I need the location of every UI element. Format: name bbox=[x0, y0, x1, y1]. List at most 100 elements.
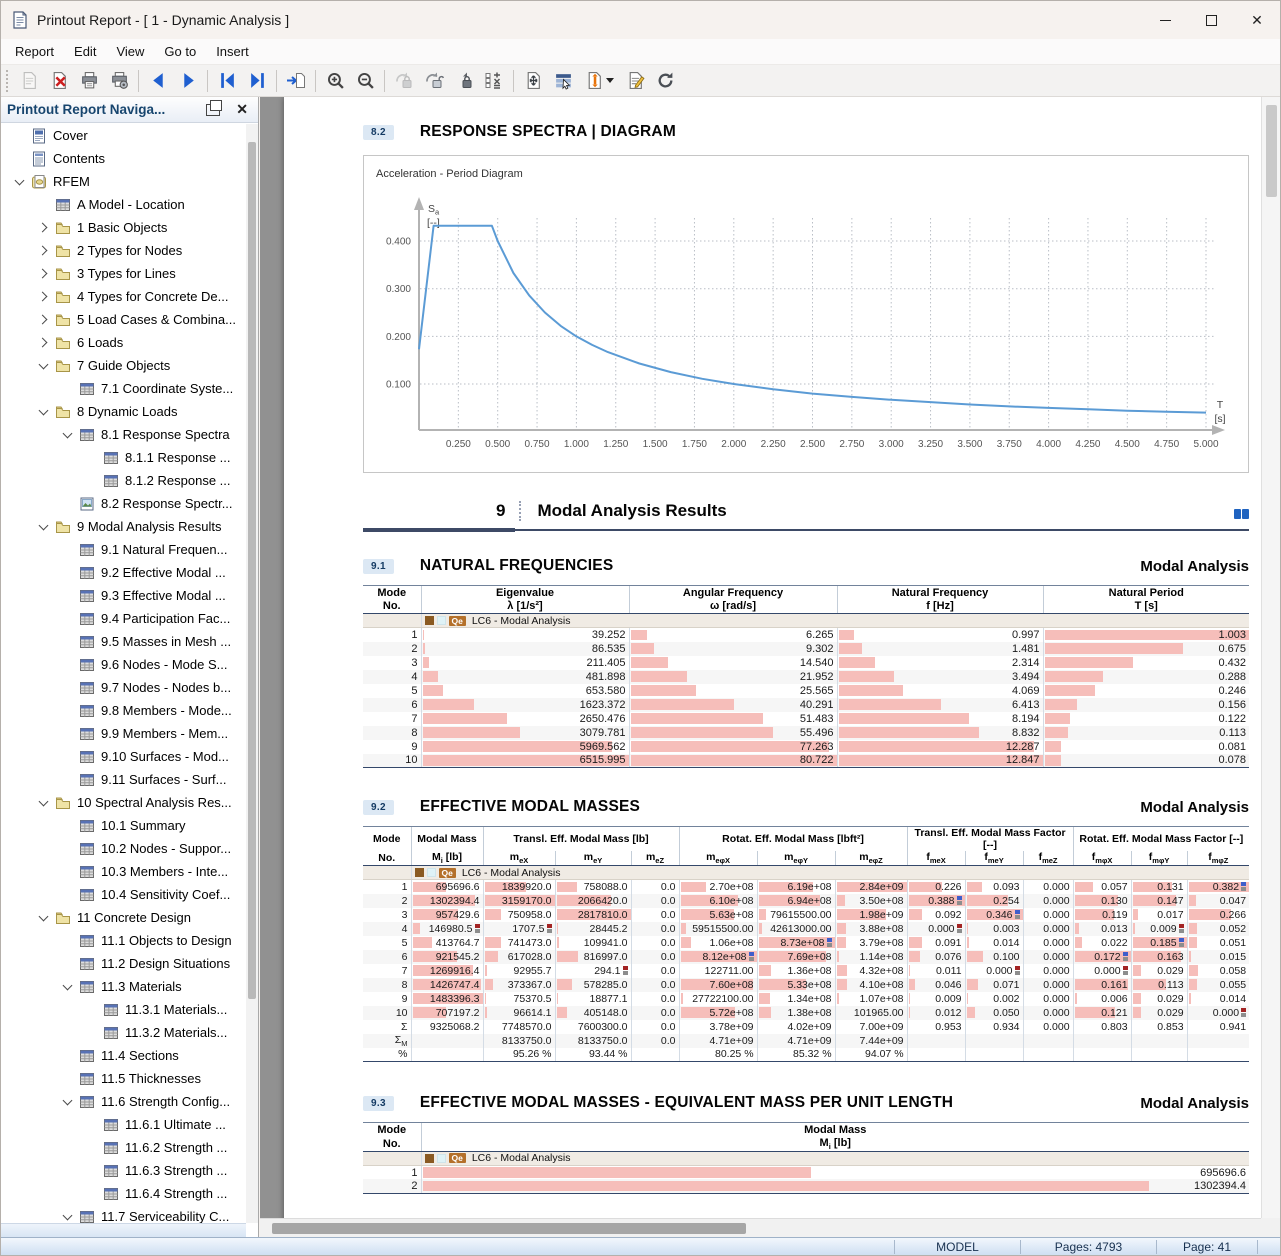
expander-open-icon[interactable] bbox=[33, 359, 53, 369]
tree-item-11-6-4-strength[interactable]: 11.6.4 Strength ... bbox=[1, 1182, 246, 1205]
tree-item-11-5-thicknesses[interactable]: 11.5 Thicknesses bbox=[1, 1067, 246, 1090]
float-panel-icon[interactable] bbox=[206, 99, 223, 116]
edit-text-button[interactable] bbox=[620, 67, 650, 95]
lock-pages-button[interactable] bbox=[449, 67, 479, 95]
value-bar bbox=[422, 727, 521, 738]
nav-back-button[interactable] bbox=[143, 67, 173, 95]
fit-page-button[interactable] bbox=[518, 67, 548, 95]
tree-item-contents[interactable]: Contents bbox=[1, 147, 246, 170]
expander-open-icon[interactable] bbox=[57, 1095, 77, 1105]
tree-item-9-8-members-mode[interactable]: 9.8 Members - Mode... bbox=[1, 699, 246, 722]
zoom-out-button[interactable] bbox=[350, 67, 380, 95]
unlock-regenerate-button[interactable] bbox=[419, 67, 449, 95]
tree-item-8-dynamic-loads[interactable]: 8 Dynamic Loads bbox=[1, 400, 246, 423]
expander-open-icon[interactable] bbox=[33, 520, 53, 530]
tree-item-11-3-1-materials[interactable]: 11.3.1 Materials... bbox=[1, 998, 246, 1021]
update-chapters-button[interactable] bbox=[578, 67, 620, 95]
select-block-button[interactable] bbox=[548, 67, 578, 95]
vertical-scrollbar[interactable] bbox=[1261, 97, 1280, 1218]
expander-closed-icon[interactable] bbox=[33, 337, 53, 348]
tree-item-11-4-sections[interactable]: 11.4 Sections bbox=[1, 1044, 246, 1067]
tree-item-cover[interactable]: Cover bbox=[1, 124, 246, 147]
tree-item-rfem[interactable]: RFEM bbox=[1, 170, 246, 193]
print-settings-button[interactable] bbox=[104, 67, 134, 95]
tree-item-11-3-2-materials[interactable]: 11.3.2 Materials... bbox=[1, 1021, 246, 1044]
menu-goto[interactable]: Go to bbox=[154, 41, 206, 62]
tree-item-9-modal-analysis-results[interactable]: 9 Modal Analysis Results bbox=[1, 515, 246, 538]
tree-item-11-6-2-strength[interactable]: 11.6.2 Strength ... bbox=[1, 1136, 246, 1159]
close-button[interactable]: ✕ bbox=[1234, 1, 1280, 39]
tree-item-11-concrete-design[interactable]: 11 Concrete Design bbox=[1, 906, 246, 929]
tree-item-3-types-for-lines[interactable]: 3 Types for Lines bbox=[1, 262, 246, 285]
tree-item-8-1-1-response[interactable]: 8.1.1 Response ... bbox=[1, 446, 246, 469]
tree-item-9-6-nodes-mode-s[interactable]: 9.6 Nodes - Mode S... bbox=[1, 653, 246, 676]
tree-item-11-1-objects-to-design[interactable]: 11.1 Objects to Design bbox=[1, 929, 246, 952]
expander-open-icon[interactable] bbox=[33, 911, 53, 921]
tree-item-10-4-sensitivity-coef[interactable]: 10.4 Sensitivity Coef... bbox=[1, 883, 246, 906]
tree-item-8-1-2-response[interactable]: 8.1.2 Response ... bbox=[1, 469, 246, 492]
tree-item-2-types-for-nodes[interactable]: 2 Types for Nodes bbox=[1, 239, 246, 262]
tree-item-10-1-summary[interactable]: 10.1 Summary bbox=[1, 814, 246, 837]
horizontal-scrollbar-thumb[interactable] bbox=[272, 1223, 746, 1234]
print-button[interactable] bbox=[74, 67, 104, 95]
tree-item-11-3-materials[interactable]: 11.3 Materials bbox=[1, 975, 246, 998]
tree-item-9-2-effective-modal[interactable]: 9.2 Effective Modal ... bbox=[1, 561, 246, 584]
horizontal-scrollbar[interactable] bbox=[260, 1218, 1261, 1237]
expander-open-icon[interactable] bbox=[57, 428, 77, 438]
expander-closed-icon[interactable] bbox=[33, 245, 53, 256]
tree-item-5-load-cases-combina[interactable]: 5 Load Cases & Combina... bbox=[1, 308, 246, 331]
tree-item-9-5-masses-in-mesh[interactable]: 9.5 Masses in Mesh ... bbox=[1, 630, 246, 653]
refresh-button[interactable] bbox=[650, 67, 680, 95]
vertical-scrollbar-thumb[interactable] bbox=[1266, 105, 1277, 197]
tree-item-7-guide-objects[interactable]: 7 Guide Objects bbox=[1, 354, 246, 377]
tree-item-11-7-serviceability-c[interactable]: 11.7 Serviceability C... bbox=[1, 1205, 246, 1223]
tree-item-9-3-effective-modal[interactable]: 9.3 Effective Modal ... bbox=[1, 584, 246, 607]
zoom-in-button[interactable] bbox=[320, 67, 350, 95]
expander-open-icon[interactable] bbox=[33, 796, 53, 806]
tree-item-11-2-design-situations[interactable]: 11.2 Design Situations bbox=[1, 952, 246, 975]
tree-item-4-types-for-concrete-de[interactable]: 4 Types for Concrete De... bbox=[1, 285, 246, 308]
tree-item-8-1-response-spectra[interactable]: 8.1 Response Spectra bbox=[1, 423, 246, 446]
last-page-button[interactable] bbox=[242, 67, 272, 95]
expander-closed-icon[interactable] bbox=[33, 314, 53, 325]
menu-edit[interactable]: Edit bbox=[64, 41, 106, 62]
expander-open-icon[interactable] bbox=[57, 1210, 77, 1220]
expander-open-icon[interactable] bbox=[57, 980, 77, 990]
expander-closed-icon[interactable] bbox=[33, 268, 53, 279]
tree-item-9-1-natural-frequen[interactable]: 9.1 Natural Frequen... bbox=[1, 538, 246, 561]
minimize-button[interactable] bbox=[1142, 1, 1188, 39]
tree-item-11-6-3-strength[interactable]: 11.6.3 Strength ... bbox=[1, 1159, 246, 1182]
menu-insert[interactable]: Insert bbox=[206, 41, 259, 62]
tree-item-9-11-surfaces-surf[interactable]: 9.11 Surfaces - Surf... bbox=[1, 768, 246, 791]
expander-open-icon[interactable] bbox=[33, 405, 53, 415]
tree-item-9-9-members-mem[interactable]: 9.9 Members - Mem... bbox=[1, 722, 246, 745]
tree-item-10-3-members-inte[interactable]: 10.3 Members - Inte... bbox=[1, 860, 246, 883]
tree-item-9-4-participation-fac[interactable]: 9.4 Participation Fac... bbox=[1, 607, 246, 630]
maximize-button[interactable] bbox=[1188, 1, 1234, 39]
tree-item-9-10-surfaces-mod[interactable]: 9.10 Surfaces - Mod... bbox=[1, 745, 246, 768]
first-page-button[interactable] bbox=[212, 67, 242, 95]
tree-item-8-2-response-spectr[interactable]: 8.2 Response Spectr... bbox=[1, 492, 246, 515]
tree-item-6-loads[interactable]: 6 Loads bbox=[1, 331, 246, 354]
menu-view[interactable]: View bbox=[106, 41, 154, 62]
tree-item-7-1-coordinate-syste[interactable]: 7.1 Coordinate Syste... bbox=[1, 377, 246, 400]
goto-page-button[interactable] bbox=[281, 67, 311, 95]
tree-item-a-model-location[interactable]: A Model - Location bbox=[1, 193, 246, 216]
expander-open-icon[interactable] bbox=[9, 175, 29, 185]
menu-report[interactable]: Report bbox=[5, 41, 64, 62]
navigator-scrollbar[interactable] bbox=[246, 124, 258, 1223]
delete-page-button[interactable] bbox=[44, 67, 74, 95]
tree-item-9-7-nodes-nodes-b[interactable]: 9.7 Nodes - Nodes b... bbox=[1, 676, 246, 699]
expander-closed-icon[interactable] bbox=[33, 291, 53, 302]
expander-closed-icon[interactable] bbox=[33, 222, 53, 233]
recalculate-button[interactable] bbox=[479, 67, 509, 95]
dropdown-arrow-icon[interactable] bbox=[605, 78, 614, 83]
column-unit: No. bbox=[363, 1136, 421, 1152]
tree-item-10-2-nodes-suppor[interactable]: 10.2 Nodes - Suppor... bbox=[1, 837, 246, 860]
tree-item-11-6-strength-config[interactable]: 11.6 Strength Config... bbox=[1, 1090, 246, 1113]
nav-forward-button[interactable] bbox=[173, 67, 203, 95]
tree-item-1-basic-objects[interactable]: 1 Basic Objects bbox=[1, 216, 246, 239]
tree-item-10-spectral-analysis-res[interactable]: 10 Spectral Analysis Res... bbox=[1, 791, 246, 814]
close-panel-icon[interactable]: ✕ bbox=[232, 101, 252, 118]
tree-item-11-6-1-ultimate[interactable]: 11.6.1 Ultimate ... bbox=[1, 1113, 246, 1136]
